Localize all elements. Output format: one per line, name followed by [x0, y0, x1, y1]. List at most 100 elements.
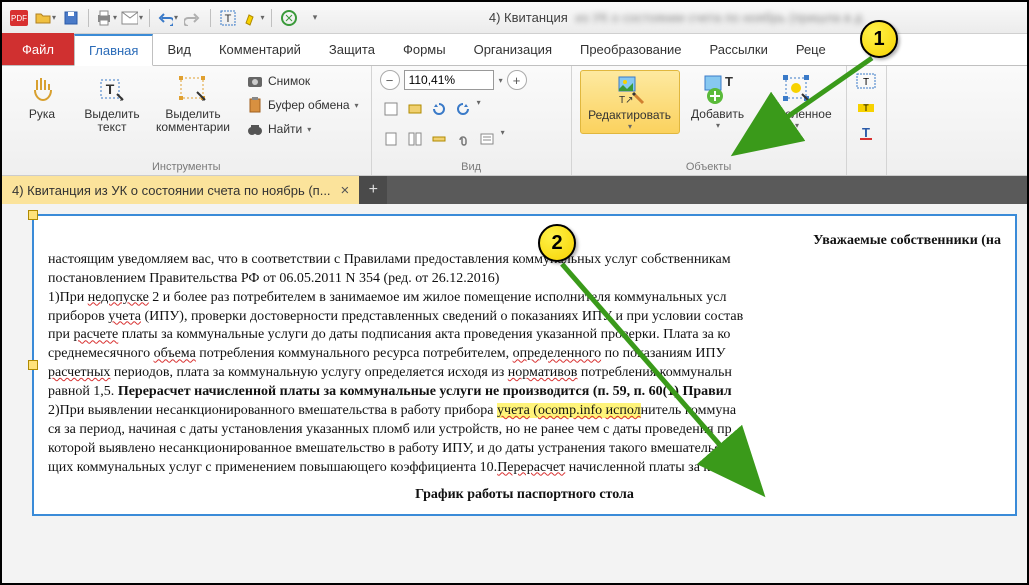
print-icon[interactable]: ▾ — [95, 7, 117, 29]
callout-2: 2 — [538, 224, 576, 262]
group-next-partial: T T T — [847, 66, 887, 175]
snapshot-button[interactable]: Снимок — [242, 70, 363, 92]
doc-line-9[interactable]: 2)При выявлении несанкционированного вме… — [48, 402, 1001, 421]
add-tab-button[interactable]: + — [359, 176, 387, 204]
rotate-dropdown-icon[interactable]: ▾ — [477, 98, 481, 120]
zoom-dropdown-icon[interactable]: ▾ — [499, 76, 503, 85]
tab-recipes[interactable]: Реце — [782, 33, 840, 65]
binoculars-icon — [246, 120, 264, 138]
read-icon[interactable] — [476, 128, 498, 150]
tab-forms[interactable]: Формы — [389, 33, 460, 65]
text-color-icon[interactable]: T — [855, 122, 877, 144]
select-text-button[interactable]: T Выделить текст — [80, 70, 144, 136]
doc-line-8[interactable]: равной 1,5. Перерасчет начисленной платы… — [48, 383, 1001, 402]
tab-mailings[interactable]: Рассылки — [695, 33, 781, 65]
doc-line-4[interactable]: приборов учета (ИПУ), проверки достоверн… — [48, 308, 1001, 327]
redo-icon[interactable] — [182, 7, 204, 29]
highlight2-icon[interactable]: T — [855, 96, 877, 118]
doc-line-2[interactable]: постановлением Правительства РФ от 06.05… — [48, 270, 1001, 289]
hand-button[interactable]: Рука — [10, 70, 74, 123]
doc-line-10[interactable]: ся за период, начиная с даты установлени… — [48, 421, 1001, 440]
mail-icon[interactable]: ▾ — [121, 7, 143, 29]
hand-label: Рука — [29, 108, 55, 121]
svg-text:T: T — [106, 81, 115, 97]
select-text-icon: T — [95, 72, 129, 106]
zoom-out-button[interactable]: − — [380, 70, 400, 90]
tab-protect[interactable]: Защита — [315, 33, 389, 65]
app-logo-icon[interactable]: PDF — [8, 7, 30, 29]
svg-text:T: T — [863, 103, 869, 113]
layout-dropdown-icon[interactable]: ▾ — [501, 128, 505, 150]
select-comments-button[interactable]: Выделить комментарии — [150, 70, 236, 136]
textbox-icon[interactable]: T — [855, 70, 877, 92]
doc-line-12[interactable]: щих коммунальных услуг с применением пов… — [48, 459, 1001, 478]
doc-line-11[interactable]: которой выявлено несанкционированное вме… — [48, 440, 1001, 459]
zoom-in-button[interactable]: + — [507, 70, 527, 90]
page-width-icon[interactable] — [404, 98, 426, 120]
select-text-label: Выделить текст — [82, 108, 142, 134]
edit-label: Редактировать — [588, 109, 671, 122]
doc-line-6[interactable]: среднемесячного объема потребления комму… — [48, 345, 1001, 364]
doc-line-1[interactable]: настоящим уведомляем вас, что в соответс… — [48, 251, 1001, 270]
page-fit-icon[interactable] — [380, 98, 402, 120]
find-button[interactable]: Найти▾ — [242, 118, 363, 140]
group-tools-label: Инструменты — [10, 159, 363, 173]
link-icon[interactable] — [278, 7, 300, 29]
edit-button[interactable]: T↗ Редактировать ▾ — [580, 70, 680, 134]
ruler-icon[interactable] — [428, 128, 450, 150]
selected-icon — [780, 72, 814, 106]
add-button[interactable]: T Добавить ▾ — [686, 70, 750, 132]
tab-view[interactable]: Вид — [153, 33, 205, 65]
layout1-icon[interactable] — [380, 128, 402, 150]
selected-button[interactable]: Выделенное ▾ — [756, 70, 838, 132]
resize-handle-ml[interactable] — [28, 360, 38, 370]
tab-home[interactable]: Главная — [74, 34, 153, 66]
resize-handle-tl[interactable] — [28, 210, 38, 220]
open-icon[interactable]: ▾ — [34, 7, 56, 29]
select-comments-icon — [176, 72, 210, 106]
select-comments-label: Выделить комментарии — [152, 108, 234, 134]
snapshot-label: Снимок — [268, 74, 310, 88]
group-view: − ▾ + ▾ ▾ Вид — [372, 66, 572, 175]
svg-text:T: T — [862, 125, 870, 140]
tab-file[interactable]: Файл — [2, 33, 74, 65]
doc-heading-schedule: График работы паспортного стола — [48, 486, 1001, 505]
save-icon[interactable] — [60, 7, 82, 29]
edit-icon: T↗ — [613, 73, 647, 107]
tab-comment[interactable]: Комментарий — [205, 33, 315, 65]
svg-text:PDF: PDF — [11, 14, 27, 23]
text-tool-icon[interactable]: T — [217, 7, 239, 29]
tab-convert[interactable]: Преобразование — [566, 33, 696, 65]
page-selection-frame[interactable]: Уважаемые собственники (на настоящим уве… — [32, 214, 1017, 516]
doc-line-3[interactable]: 1)При недопуске 2 и более раз потребител… — [48, 289, 1001, 308]
window-title: 4) Квитанция из УК о состоянии счета по … — [330, 10, 1021, 25]
doc-line-5[interactable]: при расчете платы за коммунальные услуги… — [48, 326, 1001, 345]
clipboard-icon — [246, 96, 264, 114]
document-tab[interactable]: 4) Квитанция из УК о состоянии счета по … — [2, 176, 359, 204]
attach-icon[interactable] — [452, 128, 474, 150]
zoom-input[interactable] — [404, 70, 494, 90]
clipboard-label: Буфер обмена — [268, 98, 350, 112]
svg-text:T↗: T↗ — [619, 95, 634, 106]
layout2-icon[interactable] — [404, 128, 426, 150]
doc-line-7[interactable]: расчетных периодов, плата за коммунальну… — [48, 364, 1001, 383]
callout-1: 1 — [860, 20, 898, 58]
group-objects: T↗ Редактировать ▾ T Добавить ▾ Выделенн… — [572, 66, 847, 175]
window-title-extra: из УК о состоянии счета по ноябрь (пришл… — [575, 10, 862, 25]
group-objects-label: Объекты — [580, 159, 838, 173]
qat-customize-icon[interactable]: ▾ — [304, 7, 326, 29]
document-tabs: 4) Квитанция из УК о состоянии счета по … — [2, 176, 1027, 204]
doc-heading-owners: Уважаемые собственники (на — [48, 232, 1001, 251]
tab-organize[interactable]: Организация — [460, 33, 566, 65]
svg-text:T: T — [863, 77, 869, 88]
add-label: Добавить — [691, 108, 744, 121]
highlight-tool-icon[interactable]: ▾ — [243, 7, 265, 29]
ribbon: Рука T Выделить текст Выделить комментар… — [2, 66, 1027, 176]
add-icon: T — [701, 72, 735, 106]
close-tab-icon[interactable]: × — [341, 182, 350, 199]
rotate-left-icon[interactable] — [428, 98, 450, 120]
clipboard-button[interactable]: Буфер обмена▾ — [242, 94, 363, 116]
undo-icon[interactable]: ▾ — [156, 7, 178, 29]
hand-icon — [25, 72, 59, 106]
rotate-right-icon[interactable] — [452, 98, 474, 120]
